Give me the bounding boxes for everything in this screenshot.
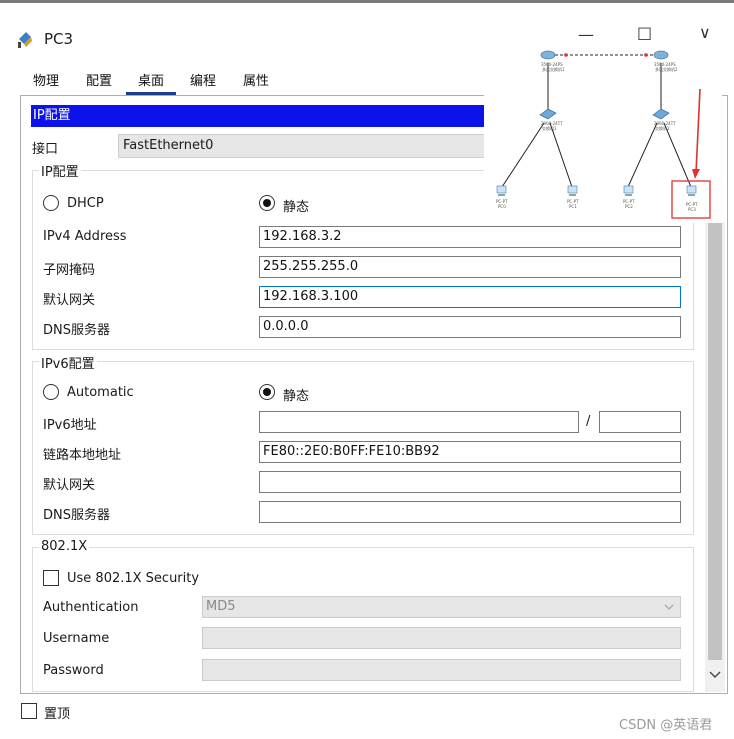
dns-server-label: DNS服务器 bbox=[43, 323, 110, 338]
access-link-pc0 bbox=[501, 122, 545, 188]
ipv6-automatic-radio[interactable] bbox=[43, 384, 59, 400]
scrollbar-thumb[interactable] bbox=[708, 222, 722, 660]
arrow-head-icon bbox=[692, 169, 700, 179]
authentication-select: MD5 bbox=[202, 596, 681, 618]
username-label: Username bbox=[43, 631, 110, 646]
pc-name-label: PC2 bbox=[625, 204, 633, 209]
always-on-top-checkbox[interactable] bbox=[21, 703, 37, 719]
maximize-button[interactable]: □ bbox=[637, 23, 652, 42]
access-link-pc3 bbox=[663, 122, 692, 188]
switch-name-label: 多层交换机1 bbox=[542, 66, 565, 72]
multilayer-switch-icon bbox=[540, 50, 556, 60]
ipv6-group-title: IPv6配置 bbox=[39, 353, 97, 372]
pc-icon bbox=[623, 185, 634, 196]
pc-app-icon bbox=[18, 32, 32, 48]
switch-icon bbox=[652, 108, 670, 120]
ipv6-dns-input[interactable] bbox=[259, 501, 681, 523]
ipv6-prefix-input[interactable] bbox=[599, 411, 681, 433]
pc-icon bbox=[567, 185, 578, 196]
scroll-down-icon[interactable] bbox=[709, 671, 721, 679]
always-on-top-label: 置顶 bbox=[44, 707, 71, 722]
tab-desktop[interactable]: 桌面 bbox=[126, 68, 176, 95]
link-local-input[interactable]: FE80::2E0:B0FF:FE10:BB92 bbox=[259, 441, 681, 463]
ipv6-address-input[interactable] bbox=[259, 411, 579, 433]
default-gateway-input[interactable]: 192.168.3.100 bbox=[259, 286, 681, 308]
pc-name-label: PC1 bbox=[569, 204, 577, 209]
network-topology-overlay: 3560-24PS 多层交换机1 3560-24PS 多层交换机2 2960-2… bbox=[484, 43, 722, 223]
window-title: PC3 bbox=[44, 30, 74, 48]
chevron-down-icon bbox=[664, 604, 674, 610]
authentication-label: Authentication bbox=[43, 600, 139, 615]
ipv6-static-label: 静态 bbox=[283, 389, 310, 404]
authentication-value: MD5 bbox=[206, 599, 236, 614]
tab-attributes[interactable]: 属性 bbox=[230, 68, 282, 95]
dns-server-input[interactable]: 0.0.0.0 bbox=[259, 316, 681, 338]
link-status-dot bbox=[644, 53, 648, 57]
ipv6-dns-label: DNS服务器 bbox=[43, 508, 110, 523]
access-switch-name: 交换机2 bbox=[655, 125, 670, 131]
pc-icon bbox=[496, 185, 507, 196]
access-switch-name: 交换机1 bbox=[542, 125, 557, 131]
dhcp-radio[interactable] bbox=[43, 195, 59, 211]
interface-label: 接口 bbox=[32, 142, 59, 157]
subnet-mask-label: 子网掩码 bbox=[43, 263, 96, 278]
static-label: 静态 bbox=[283, 200, 310, 215]
switch-name-label: 多层交换机2 bbox=[655, 66, 678, 72]
pc-name-label: PC3 bbox=[688, 207, 696, 212]
pc-icon bbox=[686, 185, 697, 196]
pc-name-label: PC0 bbox=[498, 204, 506, 209]
watermark-text: CSDN @英语君 bbox=[619, 718, 713, 733]
ipv6-gateway-label: 默认网关 bbox=[43, 478, 96, 493]
link-local-label: 链路本地地址 bbox=[43, 448, 122, 463]
default-gateway-label: 默认网关 bbox=[43, 293, 96, 308]
password-label: Password bbox=[43, 663, 104, 678]
dot1x-group-title: 802.1X bbox=[39, 539, 90, 554]
ipv4-address-input[interactable]: 192.168.3.2 bbox=[259, 226, 681, 248]
prefix-slash: / bbox=[586, 414, 591, 429]
password-input bbox=[202, 659, 681, 681]
use-8021x-checkbox[interactable] bbox=[43, 570, 59, 586]
ipv6-gateway-input[interactable] bbox=[259, 471, 681, 493]
access-link-pc1 bbox=[549, 122, 573, 188]
ipv6-address-label: IPv6地址 bbox=[43, 418, 97, 433]
link-status-dot bbox=[564, 53, 568, 57]
highlight-arrow bbox=[695, 88, 701, 174]
tab-programming[interactable]: 编程 bbox=[178, 68, 228, 95]
minimize-button[interactable]: — bbox=[578, 25, 594, 44]
ipv4-address-label: IPv4 Address bbox=[43, 229, 127, 244]
access-link-pc2 bbox=[627, 122, 658, 188]
interface-value: FastEthernet0 bbox=[118, 134, 488, 158]
switch-icon bbox=[539, 108, 557, 120]
username-input bbox=[202, 627, 681, 649]
ipv6-automatic-label: Automatic bbox=[67, 385, 134, 400]
use-8021x-label: Use 802.1X Security bbox=[67, 571, 200, 586]
tab-config[interactable]: 配置 bbox=[74, 68, 124, 95]
subnet-mask-input[interactable]: 255.255.255.0 bbox=[259, 256, 681, 278]
static-radio[interactable] bbox=[259, 195, 275, 211]
ipv6-static-radio[interactable] bbox=[259, 384, 275, 400]
tab-physical[interactable]: 物理 bbox=[20, 68, 72, 95]
dhcp-label: DHCP bbox=[67, 196, 104, 211]
close-button[interactable]: ∨ bbox=[699, 23, 711, 42]
vertical-scrollbar[interactable] bbox=[705, 222, 725, 692]
multilayer-switch-icon bbox=[653, 50, 669, 60]
ipv4-group-title: IP配置 bbox=[39, 161, 81, 180]
